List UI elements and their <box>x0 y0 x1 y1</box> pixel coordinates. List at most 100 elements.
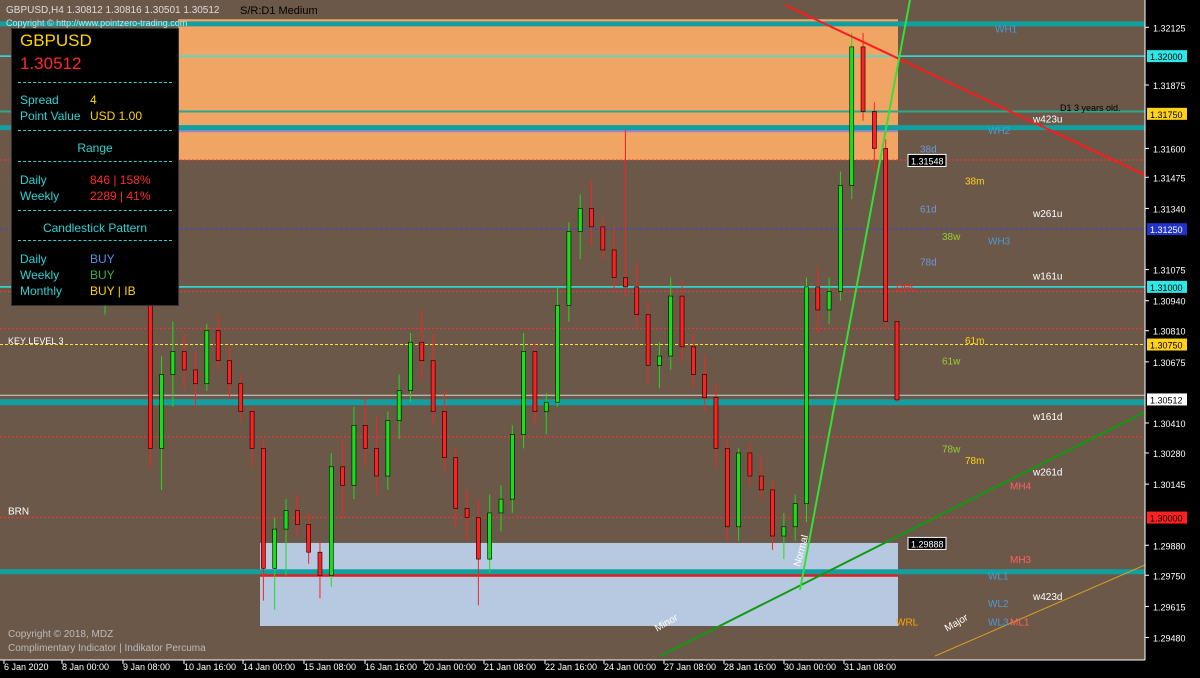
bearish-candle <box>317 551 323 576</box>
bearish-candle <box>193 369 198 385</box>
bearish-candle <box>442 411 447 458</box>
level-annotation: 38m <box>965 177 984 188</box>
supply-zone <box>178 19 898 160</box>
bearish-candle <box>261 448 266 569</box>
price-tick-label: 1.32125 <box>1153 23 1186 33</box>
bearish-candle <box>758 475 764 491</box>
level-annotation: 78m <box>965 456 984 467</box>
time-tick-label: 30 Jan 00:00 <box>784 662 836 672</box>
level-annotation: ML1 <box>1010 617 1030 628</box>
bearish-candle <box>883 148 888 322</box>
level-annotation: w423d <box>1032 592 1062 603</box>
pattern-daily-value: BUY <box>90 252 115 266</box>
level-annotation: w423u <box>1032 114 1062 125</box>
bearish-candle <box>634 286 640 315</box>
bearish-candle <box>724 448 730 528</box>
bearish-candle <box>770 489 775 537</box>
bullish-candle <box>577 208 583 232</box>
bullish-candle <box>849 46 855 186</box>
bullish-candle <box>792 503 798 528</box>
level-annotation: w161d <box>1032 412 1062 423</box>
level-annotation: D1 3 years old. <box>1060 103 1121 113</box>
divider <box>18 82 172 83</box>
time-tick-label: 14 Jan 00:00 <box>243 662 295 672</box>
pattern-daily-label: Daily <box>20 252 47 266</box>
price-level-badge-label: 1.30750 <box>1150 341 1183 351</box>
bearish-candle <box>430 360 436 412</box>
price-level-badge-label: 1.31250 <box>1150 225 1183 235</box>
time-tick-label: 20 Jan 00:00 <box>424 662 476 672</box>
bullish-candle <box>272 528 278 569</box>
bearish-candle <box>860 46 866 112</box>
bullish-candle <box>396 390 402 421</box>
level-annotation: WL2 <box>988 599 1009 610</box>
bullish-candle <box>408 341 413 391</box>
bullish-candle <box>781 526 787 537</box>
bullish-candle <box>351 424 357 486</box>
bearish-candle <box>419 341 425 361</box>
price-chart[interactable]: 1.31548 1.29888 WH1 D1 3 years old. w423u WH2… <box>0 0 1200 678</box>
bearish-candle <box>815 286 821 311</box>
price-tick-label: 1.30940 <box>1153 297 1186 307</box>
bearish-candle <box>464 508 470 518</box>
daily-range-label: Daily <box>20 173 47 187</box>
price-tick-label: 1.31475 <box>1153 173 1186 183</box>
chart-canvas[interactable]: 1.31548 1.29888 WH1 D1 3 years old.w423u WH2… <box>0 0 1200 678</box>
level-annotation: WH1 <box>995 24 1018 35</box>
price-tick-label: 1.30675 <box>1153 358 1186 368</box>
price-level-badge-label: 1.30512 <box>1150 395 1183 405</box>
level-annotation: WL3 <box>988 617 1009 628</box>
price-callout-label: 1.29888 <box>911 539 944 549</box>
bullish-candle <box>159 374 164 449</box>
price-level-badge-label: 1.31750 <box>1150 110 1183 120</box>
price-tick-label: 1.30280 <box>1153 449 1186 459</box>
level-annotation: 38w <box>942 232 961 243</box>
bearish-candle <box>747 452 753 477</box>
pattern-weekly-value: BUY <box>90 268 115 282</box>
bearish-candle <box>340 466 345 486</box>
time-tick-label: 27 Jan 08:00 <box>664 662 716 672</box>
bullish-candle <box>566 231 572 306</box>
time-tick-label: 31 Jan 08:00 <box>844 662 896 672</box>
price-tick-label: 1.31075 <box>1153 266 1186 276</box>
range-title: Range <box>77 141 113 155</box>
time-tick-label: 16 Jan 16:00 <box>365 662 417 672</box>
symbol-info-panel: GBPUSD 1.30512 Spread 4 Point Value USD … <box>11 28 179 306</box>
panel-symbol: GBPUSD <box>20 31 92 50</box>
pattern-monthly-value: BUY | IB <box>90 284 136 298</box>
spread-value: 4 <box>90 93 97 107</box>
bullish-candle <box>668 295 674 357</box>
bearish-candle <box>453 457 459 509</box>
level-annotation: MH4 <box>1010 481 1032 492</box>
bullish-candle <box>736 452 741 528</box>
bullish-candle <box>283 510 289 530</box>
bullish-candle <box>498 498 504 514</box>
pattern-monthly-label: Monthly <box>20 284 63 298</box>
bearish-candle <box>623 277 628 288</box>
bullish-candle <box>385 420 391 477</box>
bullish-candle <box>838 185 843 292</box>
bullish-candle <box>510 434 515 500</box>
bullish-candle <box>487 512 492 560</box>
point-value-label: Point Value <box>20 109 81 123</box>
bearish-candle <box>362 424 368 449</box>
spread-label: Spread <box>20 93 59 107</box>
bullish-candle <box>170 351 176 375</box>
time-tick-label: 15 Jan 08:00 <box>304 662 356 672</box>
bearish-candle <box>645 314 651 366</box>
bearish-candle <box>589 208 594 228</box>
weekly-range-label: Weekly <box>20 189 60 203</box>
panel-price: 1.30512 <box>20 54 82 73</box>
price-callout-label: 1.31548 <box>911 156 944 166</box>
level-annotation: DRL <box>896 283 916 294</box>
level-annotation: 38d <box>920 144 937 155</box>
bearish-candle <box>215 330 221 361</box>
bearish-candle <box>691 346 696 375</box>
level-annotation: 78d <box>920 257 937 268</box>
time-tick-label: 9 Jan 08:00 <box>123 662 170 672</box>
time-tick-label: 8 Jan 00:00 <box>62 662 109 672</box>
divider <box>18 240 172 241</box>
footer-copyright: Copyright © 2018, MDZ <box>8 629 114 640</box>
bullish-candle <box>804 286 809 505</box>
bearish-candle <box>306 524 311 553</box>
